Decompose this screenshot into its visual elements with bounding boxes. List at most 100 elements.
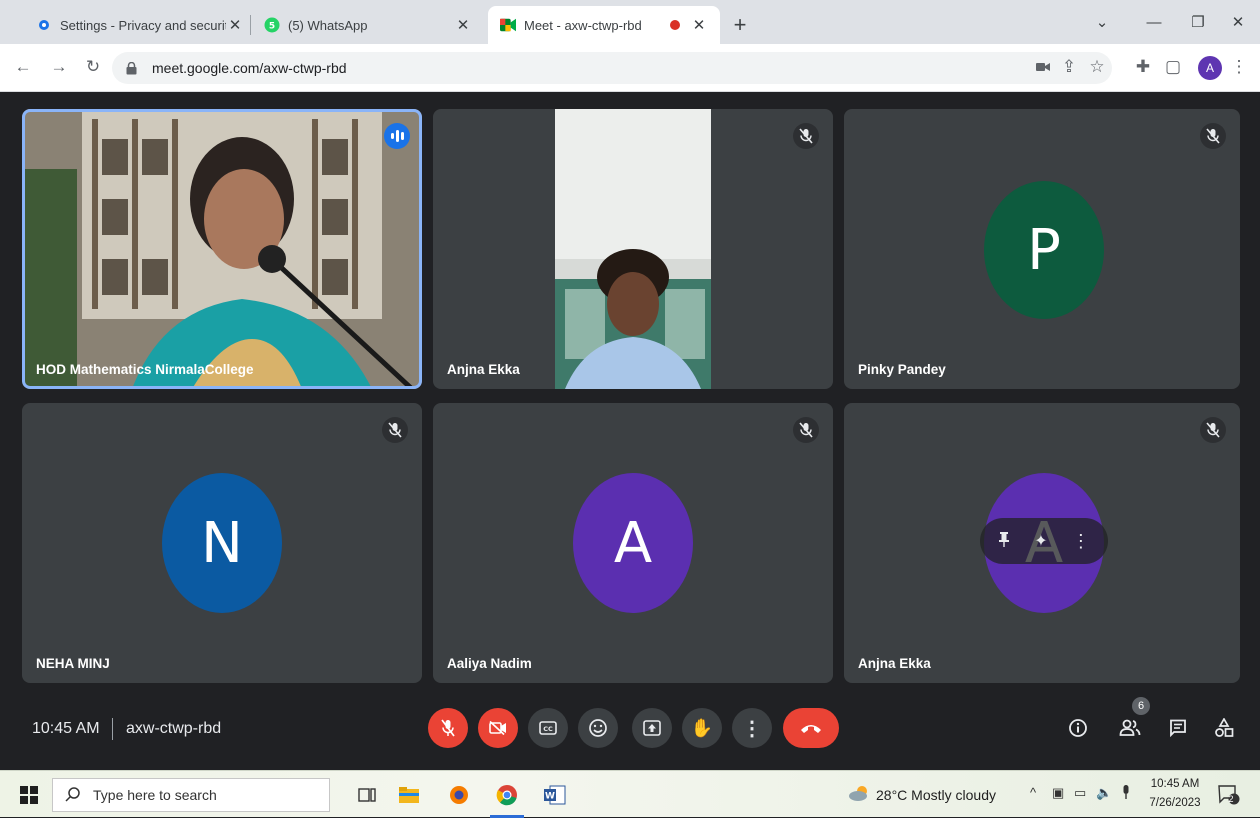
windows-start-icon[interactable] [14,780,44,810]
back-button[interactable]: ← [10,54,36,80]
whatsapp-icon: 5 [264,17,280,33]
extensions-icon[interactable]: ✚ [1130,54,1156,80]
closed-captions-icon: CC [539,721,557,735]
participant-name: Anjna Ekka [447,362,520,377]
mic-off-icon [1200,417,1226,443]
divider [112,718,113,740]
profile-avatar[interactable]: A [1198,56,1222,80]
hang-up-icon [801,725,821,733]
present-screen-button[interactable] [632,708,672,748]
tab-meet[interactable]: Meet - axw-ctwp-rbd ✕ [488,6,720,44]
tile-hover-actions: ✦ ⋮ [980,518,1108,564]
more-options-button[interactable]: ⋮ [732,708,772,748]
activities-button[interactable] [1208,712,1240,744]
clock-date: 7/26/2023 [1149,797,1201,809]
address-bar[interactable]: meet.google.com/axw-ctwp-rbd [112,52,1112,84]
reactions-button[interactable] [578,708,618,748]
captions-button[interactable]: CC [528,708,568,748]
toggle-camera-button[interactable] [478,708,518,748]
emoji-icon [589,719,607,737]
close-icon[interactable]: ✕ [454,16,472,34]
more-options-icon[interactable]: ⋮ [1072,531,1090,552]
participant-name: Anjna Ekka [858,656,931,671]
tab-settings[interactable]: Settings - Privacy and security ✕ [24,6,256,44]
forward-button[interactable]: → [46,54,72,80]
mic-off-icon [793,123,819,149]
windows-taskbar: Type here to search W 28°C Mostly cloudy… [0,770,1260,818]
task-view-icon[interactable] [352,780,382,810]
participant-tile[interactable]: A Aaliya Nadim [433,403,833,683]
taskbar-search-box[interactable]: Type here to search [52,778,330,812]
info-icon [1069,719,1087,737]
close-icon[interactable]: ✕ [226,16,244,34]
speaking-indicator-icon [384,123,410,149]
participant-video [22,109,422,389]
close-icon[interactable]: ✕ [690,16,708,34]
tab-title: Meet - axw-ctwp-rbd [524,17,642,33]
meet-icon [500,17,516,33]
meeting-details-button[interactable] [1062,712,1094,744]
volume-icon[interactable]: 🔈 [1096,785,1112,801]
participant-tile[interactable]: P Pinky Pandey [844,109,1240,389]
participant-tile[interactable]: N NEHA MINJ [22,403,422,683]
reload-button[interactable]: ↻ [80,54,106,80]
participant-avatar: A [573,473,693,613]
notification-center-icon[interactable]: 2 [1214,780,1244,810]
tab-title: (5) WhatsApp [288,17,368,33]
chat-icon [1170,719,1186,737]
svg-text:W: W [545,792,555,802]
lock-icon [126,61,142,75]
weather-text: 28°C Mostly cloudy [876,786,996,803]
new-tab-button[interactable]: + [726,11,754,39]
tab-title: Settings - Privacy and security [60,17,226,33]
mic-off-icon [441,719,455,737]
participant-avatar: N [162,473,282,613]
participant-name: Pinky Pandey [858,362,946,377]
search-placeholder: Type here to search [93,787,217,803]
participant-name: Aaliya Nadim [447,656,532,671]
camera-off-icon [489,721,506,735]
browser-tab-strip: Settings - Privacy and security ✕ 5 (5) … [0,0,1260,44]
hand-icon: ✋ [690,717,714,738]
search-icon [65,786,81,805]
participant-avatar: P [984,181,1104,319]
show-hidden-icons-chevron-icon[interactable]: ^ [1030,785,1036,800]
menu-kebab-icon[interactable]: ⋮ [1226,54,1252,80]
leave-call-button[interactable] [783,708,839,748]
mic-off-icon [382,417,408,443]
network-icon[interactable]: ▭ [1074,785,1086,801]
share-icon[interactable]: ⇪ [1056,54,1082,80]
participant-tile[interactable]: A ✦ ⋮ Anjna Ekka [844,403,1240,683]
people-icon [1119,719,1141,736]
participant-tile[interactable]: Anjna Ekka [433,109,833,389]
microphone-tray-icon[interactable] [1122,785,1130,802]
tab-search-chevron-icon[interactable]: ⌄ [1082,8,1122,36]
chat-button[interactable] [1162,712,1194,744]
app-circle-icon[interactable] [444,780,474,810]
clock-time: 10:45 AM [1150,778,1200,790]
meet-tray-icon[interactable]: ▣ [1052,785,1064,801]
shapes-icon [1215,718,1234,737]
tab-divider [250,15,251,35]
pin-icon[interactable] [998,531,1010,552]
participant-tile[interactable]: HOD Mathematics NirmalaCollege [22,109,422,389]
effects-sparkle-icon[interactable]: ✦ [1034,531,1047,551]
bookmark-star-icon[interactable]: ☆ [1084,54,1110,80]
close-window-button[interactable]: ✕ [1218,8,1258,36]
word-icon[interactable]: W [540,780,570,810]
camera-icon[interactable] [1030,54,1056,80]
chrome-icon[interactable] [492,780,522,810]
raise-hand-button[interactable]: ✋ [682,708,722,748]
weather-widget[interactable]: 28°C Mostly cloudy [848,785,996,804]
file-explorer-icon[interactable] [394,780,424,810]
minimize-button[interactable]: — [1134,8,1174,36]
participant-name: NEHA MINJ [36,656,110,671]
side-panel-icon[interactable]: ▢ [1160,54,1186,80]
mic-off-icon [793,417,819,443]
taskbar-clock[interactable]: 10:45 AM 7/26/2023 [1146,775,1204,813]
browser-toolbar: ← → ↻ meet.google.com/axw-ctwp-rbd ⇪ ☆ ✚… [0,44,1260,92]
tab-whatsapp[interactable]: 5 (5) WhatsApp ✕ [252,6,484,44]
restore-button[interactable]: ❐ [1178,8,1218,36]
people-button[interactable] [1114,712,1146,744]
toggle-microphone-button[interactable] [428,708,468,748]
